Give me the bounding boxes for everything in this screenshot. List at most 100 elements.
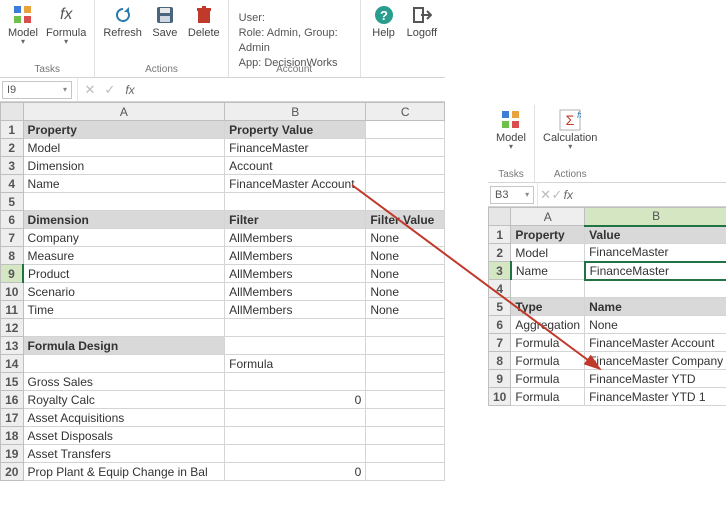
row-header-8[interactable]: 8 [489, 352, 511, 370]
cell-C15[interactable] [366, 373, 445, 391]
row-header-2[interactable]: 2 [1, 139, 24, 157]
cell-A1[interactable]: Property [511, 226, 585, 244]
row-header-8[interactable]: 8 [1, 247, 24, 265]
cell-C16[interactable] [366, 391, 445, 409]
cell-A19[interactable]: Asset Transfers [23, 445, 225, 463]
cell-C13[interactable] [366, 337, 445, 355]
row-header-4[interactable]: 4 [1, 175, 24, 193]
formula-input-right[interactable] [574, 186, 724, 204]
cell-C18[interactable] [366, 427, 445, 445]
cell-A17[interactable]: Asset Acquisitions [23, 409, 225, 427]
row-header-20[interactable]: 20 [1, 463, 24, 481]
row-header-9[interactable]: 9 [489, 370, 511, 388]
save-button[interactable]: Save [146, 2, 184, 41]
row-header-19[interactable]: 19 [1, 445, 24, 463]
row-header-10[interactable]: 10 [1, 283, 24, 301]
cell-A4[interactable]: Name [23, 175, 225, 193]
row-header-13[interactable]: 13 [1, 337, 24, 355]
cell-B9[interactable]: FinanceMaster YTD [585, 370, 726, 388]
cell-B10[interactable]: FinanceMaster YTD 1 [585, 388, 726, 406]
col-header-B[interactable]: B [585, 208, 726, 226]
cell-C1[interactable] [366, 121, 445, 139]
row-header-2[interactable]: 2 [489, 244, 511, 262]
cell-B8[interactable]: FinanceMaster Company [585, 352, 726, 370]
row-header-3[interactable]: 3 [489, 262, 511, 280]
logoff-button[interactable]: Logoff [403, 2, 441, 41]
row-header-9[interactable]: 9 [1, 265, 24, 283]
cell-B18[interactable] [225, 427, 366, 445]
cell-A3[interactable]: Name [511, 262, 585, 280]
row-header-12[interactable]: 12 [1, 319, 24, 337]
enter-fx-button-right[interactable]: ✓ [551, 187, 562, 203]
calculation-button[interactable]: Σfx Calculation ▾ [539, 107, 601, 153]
row-header-6[interactable]: 6 [489, 316, 511, 334]
cancel-fx-button[interactable]: ✕ [80, 82, 100, 98]
name-box-right[interactable]: B3▾ [490, 186, 534, 204]
cell-B4[interactable] [585, 280, 726, 298]
row-header-16[interactable]: 16 [1, 391, 24, 409]
cell-A6[interactable]: Aggregation [511, 316, 585, 334]
cell-A18[interactable]: Asset Disposals [23, 427, 225, 445]
cell-B14[interactable]: Formula [225, 355, 366, 373]
cell-A8[interactable]: Formula [511, 352, 585, 370]
fx-button[interactable]: fx [120, 83, 140, 97]
delete-button[interactable]: Delete [184, 2, 224, 41]
cell-C3[interactable] [366, 157, 445, 175]
row-header-5[interactable]: 5 [489, 298, 511, 316]
cell-B19[interactable] [225, 445, 366, 463]
row-header-7[interactable]: 7 [1, 229, 24, 247]
col-header-A[interactable]: A [511, 208, 585, 226]
cell-A2[interactable]: Model [511, 244, 585, 262]
cell-B16[interactable]: 0 [225, 391, 366, 409]
cell-C4[interactable] [366, 175, 445, 193]
cell-A1[interactable]: Property [23, 121, 225, 139]
cell-B6[interactable]: Filter [225, 211, 366, 229]
fx-button-right[interactable]: fx [563, 188, 574, 202]
cell-B8[interactable]: AllMembers [225, 247, 366, 265]
cell-C17[interactable] [366, 409, 445, 427]
row-header-15[interactable]: 15 [1, 373, 24, 391]
cell-B13[interactable] [225, 337, 366, 355]
cell-A3[interactable]: Dimension [23, 157, 225, 175]
cell-A7[interactable]: Company [23, 229, 225, 247]
row-header-17[interactable]: 17 [1, 409, 24, 427]
model-button-right[interactable]: Model ▾ [492, 107, 530, 153]
cell-A20[interactable]: Prop Plant & Equip Change in Bal [23, 463, 225, 481]
select-all-corner[interactable] [489, 208, 511, 226]
cell-B3[interactable]: Account [225, 157, 366, 175]
help-button[interactable]: ? Help [365, 2, 403, 41]
cell-B1[interactable]: Value [585, 226, 726, 244]
row-header-14[interactable]: 14 [1, 355, 24, 373]
row-header-18[interactable]: 18 [1, 427, 24, 445]
formula-button[interactable]: fx Formula ▾ [42, 2, 90, 48]
cell-A9[interactable]: Formula [511, 370, 585, 388]
cell-A5[interactable] [23, 193, 225, 211]
refresh-button[interactable]: Refresh [99, 2, 146, 41]
right-grid[interactable]: AB1PropertyValue2ModelFinanceMaster3Name… [488, 207, 726, 406]
cell-C10[interactable]: None [366, 283, 445, 301]
cell-C5[interactable] [366, 193, 445, 211]
cell-A4[interactable] [511, 280, 585, 298]
left-grid[interactable]: ABC1PropertyProperty Value2ModelFinanceM… [0, 102, 445, 481]
cell-A11[interactable]: Time [23, 301, 225, 319]
cell-B7[interactable]: FinanceMaster Account [585, 334, 726, 352]
cell-A10[interactable]: Formula [511, 388, 585, 406]
cell-A5[interactable]: Type [511, 298, 585, 316]
cell-B7[interactable]: AllMembers [225, 229, 366, 247]
row-header-3[interactable]: 3 [1, 157, 24, 175]
cell-C2[interactable] [366, 139, 445, 157]
col-header-B[interactable]: B [225, 103, 366, 121]
cell-B15[interactable] [225, 373, 366, 391]
cell-B12[interactable] [225, 319, 366, 337]
model-button[interactable]: Model ▾ [4, 2, 42, 48]
cell-A16[interactable]: Royalty Calc [23, 391, 225, 409]
cell-B3[interactable]: FinanceMaster [585, 262, 726, 280]
row-header-10[interactable]: 10 [489, 388, 511, 406]
cell-C9[interactable]: None [366, 265, 445, 283]
row-header-4[interactable]: 4 [489, 280, 511, 298]
row-header-11[interactable]: 11 [1, 301, 24, 319]
cell-A12[interactable] [23, 319, 225, 337]
cell-A14[interactable] [23, 355, 225, 373]
row-header-6[interactable]: 6 [1, 211, 24, 229]
cell-C20[interactable] [366, 463, 445, 481]
